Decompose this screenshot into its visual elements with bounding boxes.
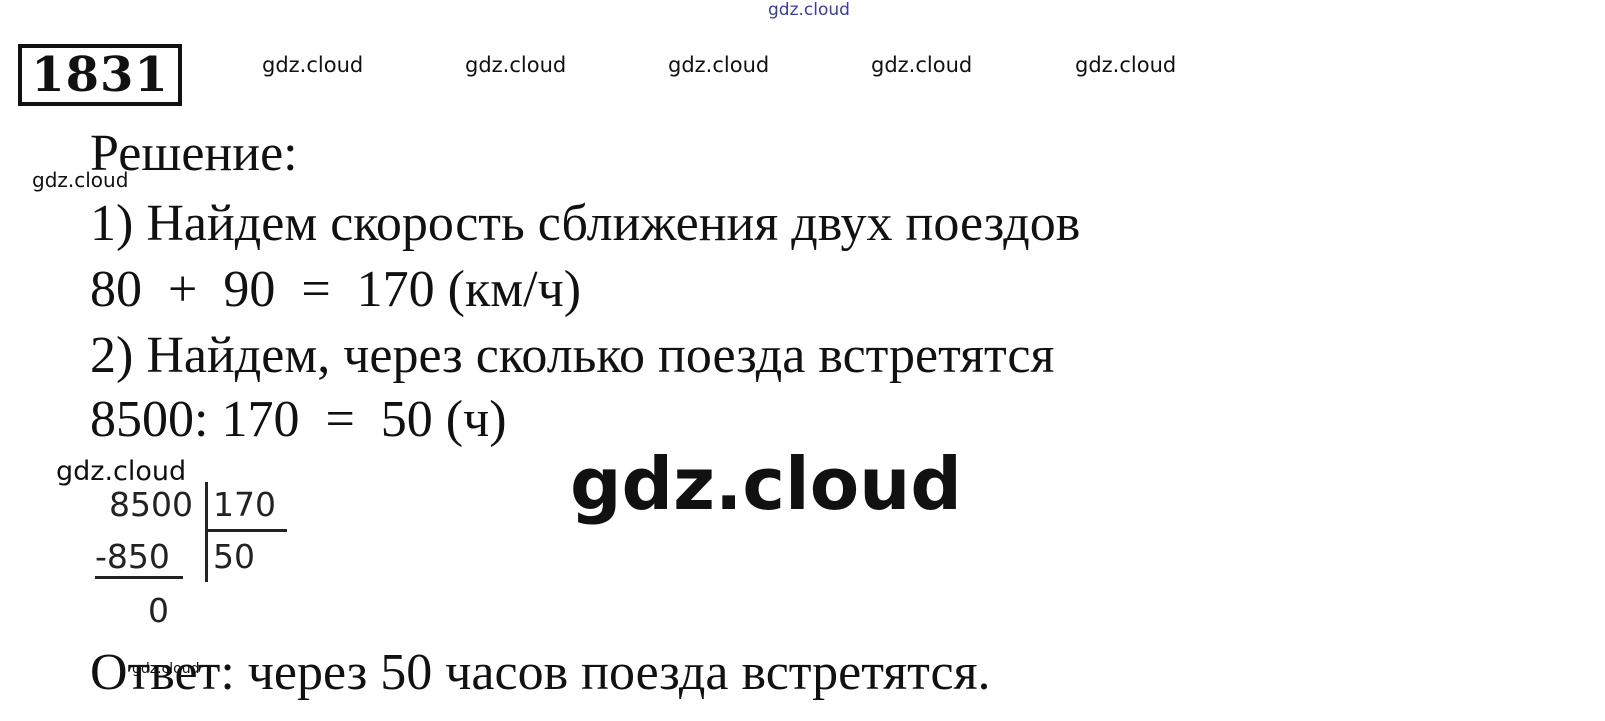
division-remainder: 0 bbox=[148, 591, 169, 630]
watermark-row-3: gdz.cloud bbox=[668, 53, 770, 77]
division-subtrahend: -850 bbox=[95, 537, 170, 576]
answer-text: Ответ: через 50 часов поезда встретятся. bbox=[90, 644, 991, 701]
division-dividend: 8500 bbox=[109, 485, 193, 524]
step-1-calculation: 80 + 90 = 170 (км/ч) bbox=[90, 261, 582, 318]
watermark-big: gdz.cloud bbox=[570, 442, 962, 526]
division-vertical-line bbox=[205, 482, 208, 582]
watermark-row-5: gdz.cloud bbox=[1075, 53, 1177, 77]
step-2-text: 2) Найдем, через сколько поезда встретят… bbox=[90, 327, 1055, 384]
division-horizontal-line bbox=[207, 529, 287, 532]
division-underline bbox=[95, 576, 183, 579]
watermark-top: gdz.cloud bbox=[768, 0, 850, 20]
watermark-row-2: gdz.cloud bbox=[465, 53, 567, 77]
division-quotient: 50 bbox=[213, 537, 255, 576]
division-divisor: 170 bbox=[213, 485, 276, 524]
step-1-text: 1) Найдем скорость сближения двух поездо… bbox=[90, 195, 1081, 252]
long-division: 8500 170 -850 50 0 bbox=[95, 482, 295, 638]
problem-number: 1831 bbox=[18, 44, 182, 106]
watermark-left-2: gdz.cloud bbox=[56, 456, 187, 487]
watermark-left-1: gdz.cloud bbox=[32, 168, 129, 192]
step-2-calculation: 8500: 170 = 50 (ч) bbox=[90, 391, 507, 448]
watermark-row-1: gdz.cloud bbox=[262, 53, 364, 77]
watermark-row-4: gdz.cloud bbox=[871, 53, 973, 77]
